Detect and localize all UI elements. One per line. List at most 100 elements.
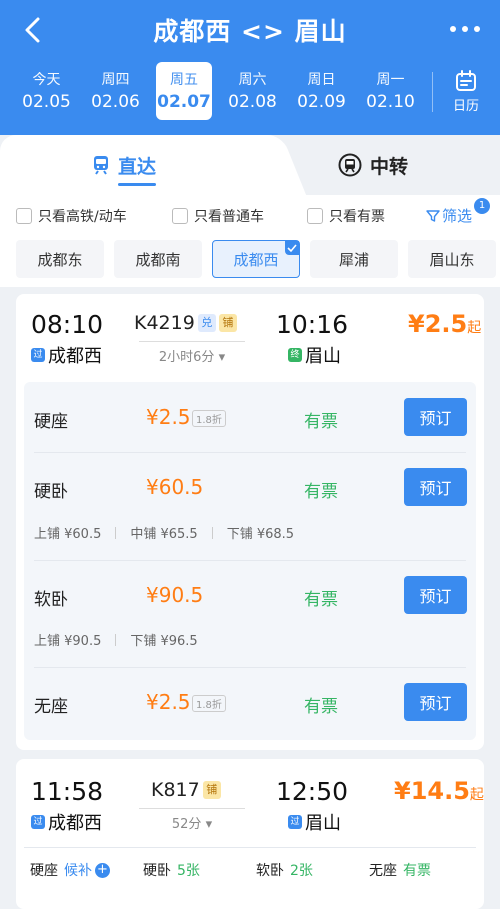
calendar-icon	[456, 70, 476, 91]
screen-button[interactable]: 筛选	[426, 205, 472, 226]
seat-price: ¥90.5	[146, 583, 204, 607]
availability: 有票	[304, 590, 338, 610]
duration-line	[139, 341, 245, 342]
summary-seat-count: 2张	[290, 863, 313, 879]
train-number: K4219 兑 铺	[134, 312, 237, 334]
date-item-0207-selected[interactable]: 周五 02.07	[156, 62, 212, 120]
seat-row-hard-seat: 硬座 ¥2.5 1.8折 有票 预订	[24, 382, 476, 452]
lower-berth-price: 下铺 ¥68.5	[226, 527, 295, 542]
pass-tag: 过	[288, 815, 302, 829]
date-selector: 今天 02.05 周四 02.06 周五 02.07 周六 02.08 周日 0…	[12, 62, 425, 120]
station-chip-meishandong[interactable]: 眉山东	[408, 240, 496, 278]
seat-name: 硬座	[34, 412, 68, 432]
availability: 有票	[304, 412, 338, 432]
tab-active-indicator	[118, 183, 156, 186]
seat-name: 无座	[34, 697, 68, 717]
arrive-station-label: 眉山	[305, 346, 341, 367]
pass-tag: 过	[31, 348, 45, 362]
duration[interactable]: 52分 ▾	[136, 813, 248, 832]
station-chip-label: 成都西	[233, 250, 279, 269]
station-chip-chengdunan[interactable]: 成都南	[114, 240, 202, 278]
duration-label: 2小时6分	[158, 350, 215, 365]
station-chip-chengduxi-selected[interactable]: 成都西	[212, 240, 300, 278]
tab-transfer[interactable]: 中转	[338, 149, 408, 181]
date-value: 02.05	[22, 92, 71, 112]
more-icon[interactable]	[450, 16, 480, 42]
filter-normal-checkbox[interactable]: 只看普通车	[172, 206, 264, 226]
price-suffix: 起	[467, 320, 482, 336]
date-weekday: 周一	[376, 72, 405, 88]
seat-name: 硬卧	[34, 482, 68, 502]
date-item-0205[interactable]: 今天 02.05	[12, 62, 81, 120]
filter-high-speed-label: 只看高铁/动车	[38, 209, 127, 225]
book-button[interactable]: 预订	[404, 576, 467, 614]
seat-summary: 硬座 候补 + 硬卧 5张 软卧 2张 无座 有票	[30, 860, 482, 880]
duration[interactable]: 2小时6分 ▾	[136, 346, 248, 365]
date-value: 02.09	[297, 92, 346, 112]
date-weekday: 周六	[238, 72, 267, 88]
berth-prices: 上铺 ¥90.5 下铺 ¥96.5	[34, 630, 198, 649]
date-item-0210[interactable]: 周一 02.10	[356, 62, 425, 120]
page-title: 成都西 <> 眉山	[153, 17, 347, 46]
date-item-0208[interactable]: 周六 02.08	[218, 62, 287, 120]
station-chip-chengdudong[interactable]: 成都东	[16, 240, 104, 278]
filter-high-speed-checkbox[interactable]: 只看高铁/动车	[16, 206, 127, 226]
depart-station: 过 成都西	[31, 809, 102, 835]
upper-berth-price: 上铺 ¥90.5	[34, 634, 102, 649]
date-value: 02.07	[157, 92, 211, 112]
calendar-label: 日历	[452, 99, 479, 114]
screen-count-badge: 1	[474, 198, 490, 214]
calendar-divider	[432, 72, 433, 112]
seat-price: ¥2.5	[146, 405, 191, 429]
date-value: 02.08	[228, 92, 277, 112]
summary-seat-count: 有票	[403, 863, 431, 879]
seat-row-hard-sleeper: 硬卧 ¥60.5 有票 预订 上铺 ¥60.5 中铺 ¥65.5 下铺 ¥68.…	[24, 452, 476, 560]
depart-station: 过 成都西	[31, 342, 102, 368]
train-number: K817 铺	[151, 779, 221, 801]
depart-time: 11:58	[31, 777, 104, 806]
date-weekday: 周四	[101, 72, 130, 88]
summary-no-seat: 无座 有票	[369, 860, 482, 880]
berth-badge: 铺	[202, 781, 221, 799]
arrive-station: 终 眉山	[288, 342, 341, 368]
berth-badge: 铺	[218, 314, 237, 332]
seat-row-no-seat: 无座 ¥2.5 1.8折 有票 预订	[24, 667, 476, 740]
seat-price: ¥2.5	[146, 690, 191, 714]
train-card-k817[interactable]: 11:58 过 成都西 K817 铺 52分 ▾ 12:50 过 眉山 ¥14.…	[16, 759, 484, 909]
screen-label: 筛选	[442, 207, 473, 225]
filter-available-checkbox[interactable]: 只看有票	[307, 206, 385, 226]
lowest-price: ¥14.5起	[394, 777, 484, 805]
filter-normal-label: 只看普通车	[194, 209, 264, 225]
transfer-icon	[338, 153, 362, 177]
station-chip-xipu[interactable]: 犀浦	[310, 240, 398, 278]
checkbox-icon	[307, 208, 323, 224]
lowest-price: ¥2.5起	[408, 310, 481, 338]
date-item-0206[interactable]: 周四 02.06	[81, 62, 150, 120]
filter-panel: 只看高铁/动车 只看普通车 只看有票 筛选 1 成都东 成都南 成都西 犀浦 眉…	[0, 195, 500, 287]
arrive-time: 10:16	[276, 310, 349, 339]
duration-line	[139, 808, 245, 809]
price-value: ¥2.5	[408, 310, 468, 338]
tab-direct-label: 直达	[118, 155, 157, 178]
arrive-station-label: 眉山	[305, 813, 341, 834]
seat-price: ¥60.5	[146, 475, 204, 499]
tab-direct[interactable]: 直达	[92, 149, 156, 181]
checkbox-icon	[172, 208, 188, 224]
book-button[interactable]: 预订	[404, 398, 467, 436]
exchange-badge: 兑	[197, 314, 216, 332]
calendar-button[interactable]: 日历	[440, 66, 492, 114]
filter-available-label: 只看有票	[329, 209, 385, 225]
date-weekday: 周五	[170, 72, 198, 88]
date-item-0209[interactable]: 周日 02.09	[287, 62, 356, 120]
middle-berth-price: 中铺 ¥65.5	[130, 527, 198, 542]
train-card-k4219[interactable]: 08:10 过 成都西 K4219 兑 铺 2小时6分 ▾ 10:16 终 眉山…	[16, 294, 484, 750]
availability: 有票	[304, 697, 338, 717]
book-button[interactable]: 预订	[404, 683, 467, 721]
summary-hard-seat[interactable]: 硬座 候补 +	[30, 860, 143, 880]
depart-time: 08:10	[31, 310, 104, 339]
price-suffix: 起	[469, 787, 484, 803]
terminal-tag: 终	[288, 348, 302, 362]
availability: 有票	[304, 482, 338, 502]
train-number-label: K817	[151, 779, 200, 801]
book-button[interactable]: 预订	[404, 468, 467, 506]
